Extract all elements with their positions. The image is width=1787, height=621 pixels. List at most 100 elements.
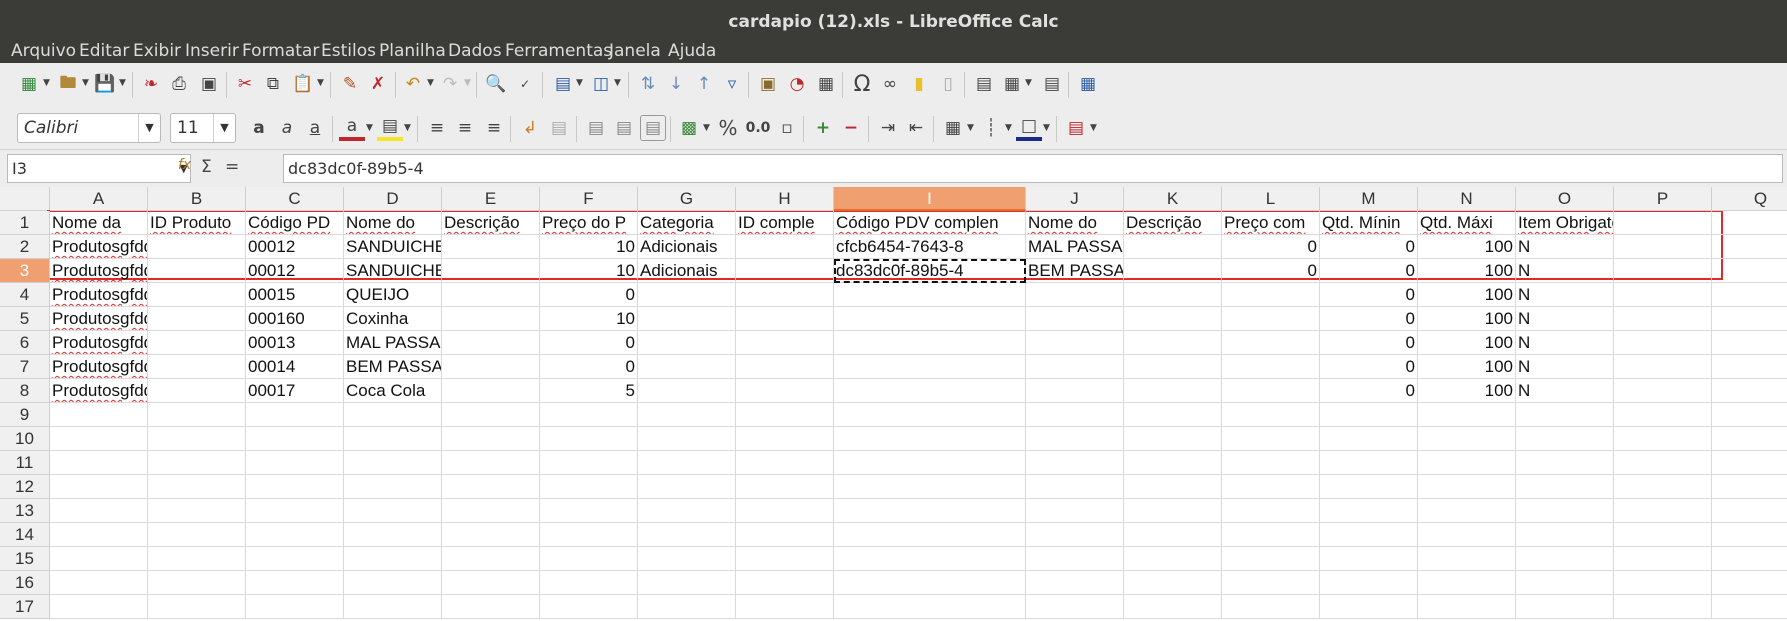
cell-l8[interactable] [1222,379,1320,403]
formula-icon[interactable]: = [225,157,239,177]
column-header-l[interactable]: L [1222,187,1320,211]
menu-inserir[interactable]: Inserir [183,40,241,63]
menu-ferramentas[interactable]: Ferramentas [503,40,614,63]
row-header-13[interactable]: 13 [0,499,50,523]
menu-estilos[interactable]: Estilos [319,40,378,63]
cell-i8[interactable] [834,379,1026,403]
cell-d12[interactable] [344,475,442,499]
cell-q14[interactable] [1712,523,1787,547]
cell-e16[interactable] [442,571,540,595]
border-color-dropdown-icon[interactable]: ▼ [1043,123,1050,133]
cell-b11[interactable] [148,451,246,475]
cell-h7[interactable] [736,355,834,379]
cell-b12[interactable] [148,475,246,499]
cell-o8[interactable]: N [1516,379,1614,403]
chevron-down-icon[interactable]: ▼ [213,114,235,142]
cell-c15[interactable] [246,547,344,571]
cell-j10[interactable] [1026,427,1124,451]
underline-icon[interactable]: a [302,115,328,141]
cell-d8[interactable]: Coca Cola [344,379,442,403]
special-character-icon[interactable]: Ω [849,71,875,97]
cell-k14[interactable] [1124,523,1222,547]
cell-a13[interactable] [50,499,148,523]
cell-i14[interactable] [834,523,1026,547]
cell-h2[interactable] [736,235,834,259]
cell-l2[interactable]: 0 [1222,235,1320,259]
cell-e17[interactable] [442,595,540,619]
column-header-k[interactable]: K [1124,187,1222,211]
row-header-5[interactable]: 5 [0,307,50,331]
cell-d16[interactable] [344,571,442,595]
cell-j11[interactable] [1026,451,1124,475]
cell-n11[interactable] [1418,451,1516,475]
export-pdf-icon[interactable]: ❧ [138,71,164,97]
cell-j2[interactable]: MAL PASSADA [1026,235,1124,259]
cell-i17[interactable] [834,595,1026,619]
cell-j13[interactable] [1026,499,1124,523]
formula-input[interactable]: dc83dc0f-89b5-4 [283,154,1783,183]
cell-q3[interactable] [1712,259,1787,283]
cell-c8[interactable]: 00017 [246,379,344,403]
cell-d13[interactable] [344,499,442,523]
cell-p14[interactable] [1614,523,1712,547]
cell-g14[interactable] [638,523,736,547]
cell-h8[interactable] [736,379,834,403]
align-center-icon[interactable]: ≡ [452,115,478,141]
cell-l17[interactable] [1222,595,1320,619]
cell-g16[interactable] [638,571,736,595]
cell-e4[interactable] [442,283,540,307]
cell-e6[interactable] [442,331,540,355]
cell-l4[interactable] [1222,283,1320,307]
column-header-g[interactable]: G [638,187,736,211]
cell-a11[interactable] [50,451,148,475]
cell-h5[interactable] [736,307,834,331]
cell-e11[interactable] [442,451,540,475]
cell-o12[interactable] [1516,475,1614,499]
cell-n2[interactable]: 100 [1418,235,1516,259]
cell-m14[interactable] [1320,523,1418,547]
cell-o10[interactable] [1516,427,1614,451]
cell-k9[interactable] [1124,403,1222,427]
paste-icon[interactable]: 📋 [290,71,316,97]
new-dropdown-icon[interactable]: ▼ [43,78,50,88]
column-header-d[interactable]: D [344,187,442,211]
new-spreadsheet-icon[interactable]: ▦ [16,71,42,97]
cell-m1[interactable]: Qtd. Mínin [1320,211,1418,235]
cell-o3[interactable]: N [1516,259,1614,283]
cell-n9[interactable] [1418,403,1516,427]
cell-k15[interactable] [1124,547,1222,571]
percent-format-icon[interactable]: % [715,115,741,141]
cell-i12[interactable] [834,475,1026,499]
cell-o14[interactable] [1516,523,1614,547]
cell-b15[interactable] [148,547,246,571]
cell-e1[interactable]: Descrição [442,211,540,235]
cell-n4[interactable]: 100 [1418,283,1516,307]
row-dropdown-icon[interactable]: ▼ [576,78,583,88]
cell-a17[interactable] [50,595,148,619]
cell-l6[interactable] [1222,331,1320,355]
cell-q8[interactable] [1712,379,1787,403]
cell-n12[interactable] [1418,475,1516,499]
cell-l1[interactable]: Preço com [1222,211,1320,235]
cell-i5[interactable] [834,307,1026,331]
cell-d17[interactable] [344,595,442,619]
cell-j9[interactable] [1026,403,1124,427]
cell-p12[interactable] [1614,475,1712,499]
cell-a2[interactable]: Produtosgfddf [50,235,148,259]
cell-g12[interactable] [638,475,736,499]
cell-p5[interactable] [1614,307,1712,331]
cell-d11[interactable] [344,451,442,475]
cell-n6[interactable]: 100 [1418,331,1516,355]
cell-f11[interactable] [540,451,638,475]
show-draw-functions-icon[interactable]: ▦ [1075,71,1101,97]
row-header-10[interactable]: 10 [0,427,50,451]
center-vertically-icon[interactable]: ▤ [611,115,637,141]
row-header-9[interactable]: 9 [0,403,50,427]
cell-k13[interactable] [1124,499,1222,523]
cell-d6[interactable]: MAL PASSADA [344,331,442,355]
row-header-11[interactable]: 11 [0,451,50,475]
column-dropdown-icon[interactable]: ▼ [614,78,621,88]
cell-p10[interactable] [1614,427,1712,451]
cell-q1[interactable] [1712,211,1787,235]
cell-h14[interactable] [736,523,834,547]
